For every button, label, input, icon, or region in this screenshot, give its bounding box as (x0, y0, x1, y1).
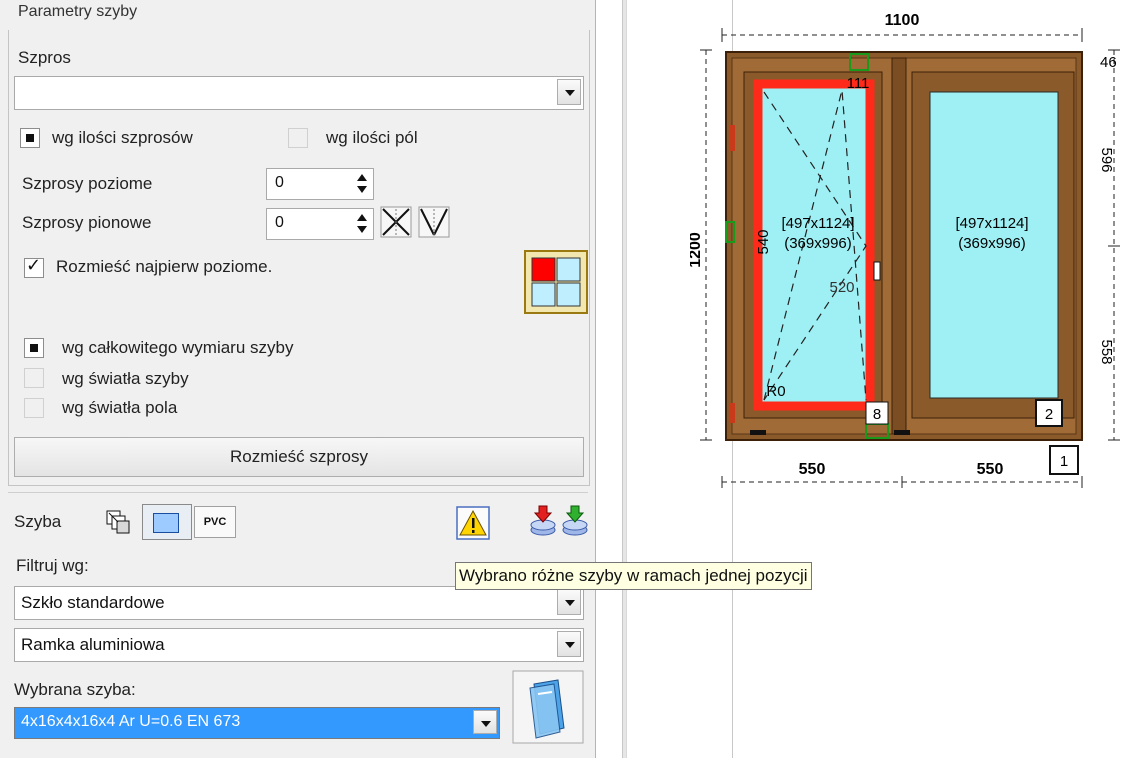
glass-preview-button[interactable] (512, 670, 584, 744)
mode-by-fields-radio[interactable] (288, 128, 308, 148)
right-lower-dim: 558 (1098, 339, 1115, 364)
import-glass-green-icon[interactable] (560, 504, 590, 538)
place-horizontal-first-label: Rozmieść najpierw poziome. (56, 257, 273, 276)
mode-by-bars-radio[interactable] (20, 128, 40, 148)
horizontal-bars-value: 0 (275, 174, 284, 191)
checkmark-icon: ✓ (26, 255, 42, 275)
dim-total-label: wg całkowitego wymiaru szyby (62, 338, 294, 357)
chevron-down-icon[interactable] (557, 79, 581, 105)
radio-dot (30, 344, 38, 352)
szpros-label: Szpros (18, 48, 71, 67)
horizontal-bars-stepper[interactable]: 0 (266, 168, 374, 200)
selected-glass-value: 4x16x4x16x4 Ar U=0.6 EN 673 (21, 713, 241, 730)
filter-spacer-value: Ramka aluminiowa (21, 635, 165, 654)
right-sash-dims: [497x1124] (955, 215, 1028, 232)
left-label-r0: R0 (766, 383, 785, 400)
glass-fields-icon[interactable] (524, 250, 588, 314)
vertical-bars-label: Szprosy pionowe (22, 213, 152, 232)
bottom-right-dim: 550 (977, 461, 1004, 478)
hinge-icon (730, 125, 735, 151)
pvc-button[interactable]: PVC (194, 506, 236, 538)
filter-label: Filtruj wg: (16, 556, 89, 575)
selected-glass-select[interactable]: 4x16x4x16x4 Ar U=0.6 EN 673 (14, 707, 500, 739)
glass-mode-button[interactable] (142, 504, 192, 540)
drain-icon (894, 430, 910, 435)
glass-pane-icon (153, 513, 179, 533)
mode-by-bars-label: wg ilości szprosów (52, 128, 193, 147)
cross-bars-icon[interactable] (380, 206, 412, 238)
dim-glass-light-radio[interactable] (24, 368, 44, 388)
import-glass-red-icon[interactable] (528, 504, 558, 538)
spin-arrows-icon[interactable] (355, 211, 369, 237)
multi-glass-icon[interactable] (104, 508, 132, 536)
mullion (891, 57, 907, 435)
dim-total-radio[interactable] (24, 338, 44, 358)
spin-arrows-icon[interactable] (355, 171, 369, 197)
right-sash-light: (369x996) (958, 235, 1026, 252)
left-label-520: 520 (829, 279, 854, 296)
splitter-edge (626, 0, 633, 758)
bottom-left-dim: 550 (799, 461, 826, 478)
chevron-down-icon[interactable] (557, 589, 581, 615)
vertical-bars-stepper[interactable]: 0 (266, 208, 374, 240)
filter-glass-type-select[interactable]: Szkło standardowe (14, 586, 584, 620)
v-bars-icon[interactable] (418, 206, 450, 238)
glass-parameters-panel: Parametry szyby Szpros wg ilości szprosó… (0, 0, 596, 758)
distribute-bars-button[interactable]: Rozmieść szprosy (14, 437, 584, 477)
filter-glass-type-value: Szkło standardowe (21, 593, 165, 612)
sash-number-right: 2 (1045, 406, 1053, 423)
left-sash-light: (369x996) (784, 235, 852, 252)
frame-number: 1 (1060, 453, 1068, 470)
mode-by-fields-label: wg ilości pól (326, 128, 418, 147)
selected-glass-label: Wybrana szyba: (14, 680, 136, 699)
warning-icon[interactable] (456, 506, 490, 540)
handle-icon (873, 261, 881, 281)
horizontal-bars-label: Szprosy poziome (22, 174, 153, 193)
chevron-down-icon[interactable] (557, 631, 581, 657)
dim-field-light-label: wg światła pola (62, 398, 178, 417)
chevron-down-icon[interactable] (473, 710, 497, 734)
dim-field-light-radio[interactable] (24, 398, 44, 418)
left-label-540: 540 (755, 229, 772, 254)
total-height-label: 1200 (690, 232, 704, 268)
sash-number-left: 8 (873, 406, 881, 423)
hinge-icon (730, 403, 735, 423)
radio-dot (26, 134, 34, 142)
window-drawing[interactable]: 1100 46 1200 596 558 550 550 [497x1124] … (690, 10, 1123, 500)
panel-gap (596, 0, 622, 758)
total-width-label: 1100 (885, 12, 920, 29)
vertical-bars-value: 0 (275, 214, 284, 231)
filter-spacer-select[interactable]: Ramka aluminiowa (14, 628, 584, 662)
warning-tooltip: Wybrano różne szyby w ramach jednej pozy… (455, 562, 812, 590)
szpros-select[interactable] (14, 76, 584, 110)
dim-glass-light-label: wg światła szyby (62, 369, 189, 388)
top-right-dim: 46 (1100, 54, 1117, 71)
glass-label: Szyba (14, 512, 62, 531)
left-sash-dims: [497x1124] (781, 215, 854, 232)
place-horizontal-first-checkbox[interactable]: ✓ (24, 255, 44, 278)
left-label-111: 111 (847, 75, 870, 92)
divider (8, 492, 588, 493)
group-title: Parametry szyby (18, 3, 138, 20)
drain-icon (750, 430, 766, 435)
right-upper-dim: 596 (1098, 147, 1115, 172)
